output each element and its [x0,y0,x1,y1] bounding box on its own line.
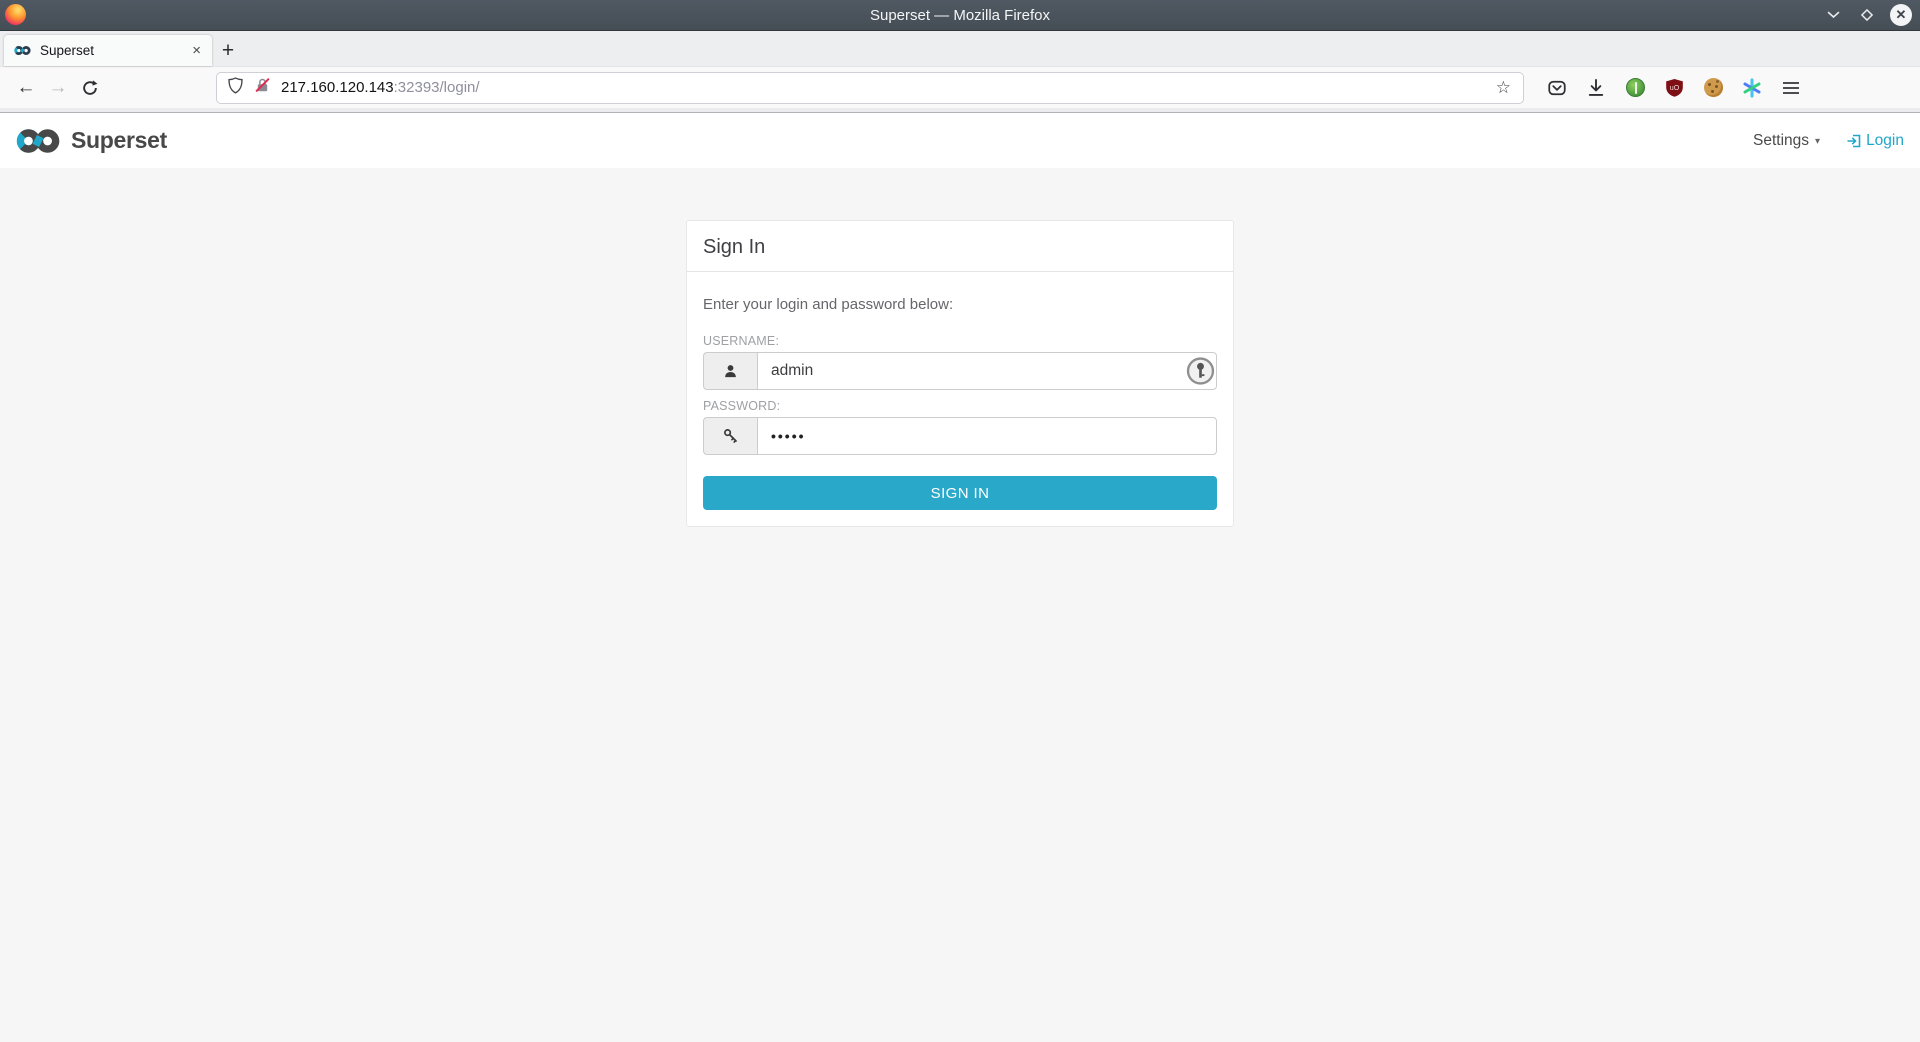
tab-bar: Superset × + [0,30,1920,66]
login-label: Login [1866,132,1904,150]
login-page: Sign In Enter your login and password be… [0,168,1920,1042]
card-title: Sign In [703,236,1217,259]
firefox-icon [5,4,26,25]
password-input[interactable] [757,417,1217,455]
bookmark-star-icon[interactable]: ☆ [1492,78,1515,98]
downloads-icon[interactable] [1585,77,1607,99]
sign-in-card: Sign In Enter your login and password be… [686,220,1234,527]
insecure-lock-icon[interactable] [254,77,271,99]
sign-in-button[interactable]: SIGN IN [703,476,1217,510]
hamburger-menu-icon[interactable] [1780,77,1802,99]
password-input-group [703,417,1217,455]
login-link[interactable]: Login [1846,132,1904,150]
chevron-down-icon: ▾ [1815,134,1820,147]
url-bar[interactable]: 217.160.120.143:32393/login/ ☆ [216,72,1524,104]
settings-menu[interactable]: Settings ▾ [1753,132,1820,150]
username-label: USERNAME: [703,334,1217,348]
login-instruction: Enter your login and password below: [703,296,1217,313]
sign-in-icon [1846,133,1862,149]
browser-toolbar: ← → 217.160.120.143:32393/login/ ☆ uO [0,66,1920,108]
settings-label: Settings [1753,132,1809,150]
tab-title: Superset [40,43,189,58]
svg-text:uO: uO [1669,84,1679,92]
window-title: Superset — Mozilla Firefox [0,7,1920,24]
url-text[interactable]: 217.160.120.143:32393/login/ [281,79,1492,96]
window-titlebar: Superset — Mozilla Firefox ✕ [0,0,1920,30]
asterisk-extension-icon[interactable] [1741,77,1763,99]
superset-navbar: Superset Settings ▾ Login [0,113,1920,168]
green-extension-icon[interactable] [1624,77,1646,99]
user-icon [703,352,757,390]
close-window-button[interactable]: ✕ [1890,4,1912,26]
card-header: Sign In [687,221,1233,272]
password-label: PASSWORD: [703,399,1217,413]
username-input[interactable] [757,352,1217,390]
maximize-diamond-icon[interactable] [1856,4,1878,26]
reload-icon[interactable] [74,73,106,103]
url-path: :32393/login/ [394,79,480,96]
password-manager-badge-icon[interactable] [1186,357,1215,386]
ublock-origin-icon[interactable]: uO [1663,77,1685,99]
back-icon[interactable]: ← [10,73,42,103]
pocket-icon[interactable] [1546,77,1568,99]
superset-brand[interactable]: Superset [16,127,167,154]
tracking-shield-icon[interactable] [227,77,244,99]
username-input-group [703,352,1217,390]
minimize-chevron-icon[interactable] [1822,4,1844,26]
new-tab-button[interactable]: + [212,35,244,66]
key-icon [703,417,757,455]
superset-favicon [14,45,32,56]
brand-name: Superset [71,127,167,154]
browser-tab-superset[interactable]: Superset × [4,35,212,66]
forward-icon: → [42,73,74,103]
superset-logo-icon [16,128,63,154]
url-host: 217.160.120.143 [281,79,394,96]
cookie-extension-icon[interactable] [1702,77,1724,99]
tab-close-icon[interactable]: × [189,42,204,59]
